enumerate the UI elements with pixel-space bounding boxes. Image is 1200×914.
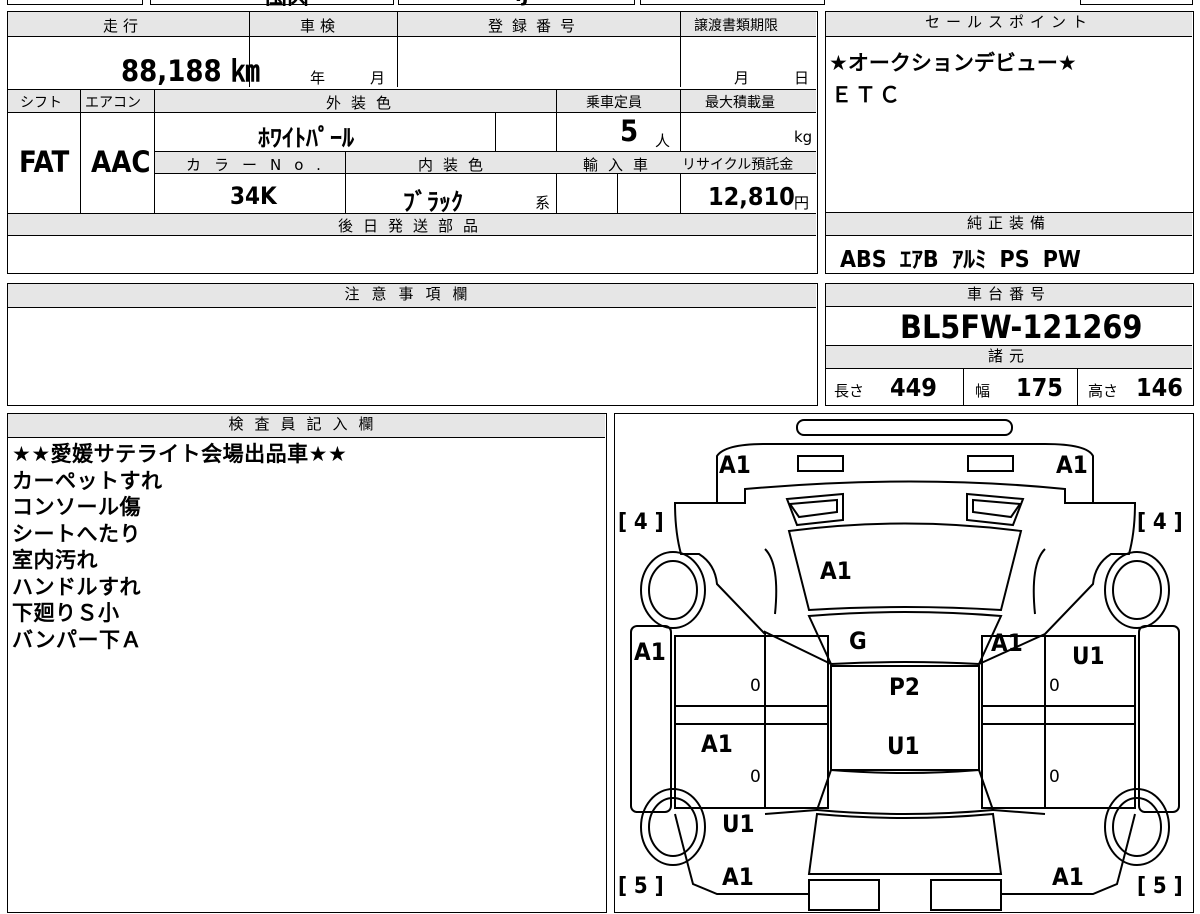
vehicle-info-table: 走行 車検 登録番号 譲渡書類期限 88,188 ㎞ 年 月 月 日 シフト エ…	[7, 11, 818, 274]
aircon-value: AAC	[91, 145, 151, 179]
tyre-tread-rear-right: [ 5 ]	[1137, 874, 1183, 899]
sales-point-line: ＥＴＣ	[831, 83, 903, 107]
inspector-notes-list: ★★愛媛サテライト会場出品車★★ カーペットすれ コンソール傷 シートへたり 室…	[12, 441, 347, 653]
transfer-month-unit: 月	[734, 69, 750, 87]
damage-mark: U1	[887, 732, 920, 760]
damage-mark: P2	[889, 673, 920, 701]
height-label: 高さ	[1088, 382, 1119, 400]
transfer-day-unit: 日	[794, 69, 810, 87]
tyre-tread-rear-left: [ 5 ]	[618, 874, 664, 899]
height-value: 146	[1136, 373, 1183, 402]
aircon-label: エアコン	[85, 95, 141, 111]
damage-mark: A1	[1052, 863, 1084, 891]
inspection-month-unit: 月	[370, 69, 386, 87]
width-label: 幅	[975, 382, 991, 400]
recycle-fee-value: 12,810	[708, 182, 795, 211]
chassis-number-label: 車台番号	[826, 284, 1192, 307]
genuine-equipment-value: ABS ｴｱB ｱﾙﾐ PS PW	[840, 247, 1081, 273]
top-strip: 国内 ij	[0, 0, 1200, 6]
interior-color-value: ﾌﾞﾗｯｸ	[403, 188, 463, 216]
mileage-value: 88,188 ㎞	[121, 54, 260, 88]
interior-color-unit: 系	[535, 194, 551, 212]
damage-mark: U1	[722, 810, 755, 838]
inspector-note: バンパー下Ａ	[12, 627, 143, 652]
inspector-notes-label: 検査員記入欄	[8, 414, 605, 438]
sales-points-panel: セールスポイント ★オークションデビュー★ ＥＴＣ	[825, 11, 1194, 213]
registration-label: 登録番号	[488, 17, 585, 35]
tyre-tread-front-right: [ 4 ]	[1137, 510, 1183, 535]
shift-label: シフト	[20, 95, 62, 111]
capacity-unit: 人	[655, 132, 671, 150]
max-load-unit: kg	[794, 128, 813, 146]
recycle-fee-unit: 円	[794, 194, 810, 212]
later-shipping-parts-label: 後日発送部品	[338, 217, 489, 235]
door-marker: 0	[1049, 676, 1060, 696]
door-marker: 0	[750, 676, 761, 696]
inspector-note: カーペットすれ	[12, 468, 163, 493]
car-outline-diagram	[630, 419, 1180, 911]
inspection-label: 車検	[300, 17, 341, 35]
damage-mark: A1	[634, 638, 666, 666]
exterior-color-value: ﾎﾜｲﾄﾊﾟｰﾙ	[258, 124, 354, 152]
capacity-value: 5	[620, 114, 639, 148]
chassis-number-value: BL5FW-121269	[900, 308, 1143, 346]
inspector-note: ハンドルすれ	[12, 574, 141, 599]
damage-mark: A1	[722, 863, 754, 891]
genuine-equipment-label: 純正装備	[826, 213, 1192, 236]
transfer-deadline-label: 譲渡書類期限	[694, 18, 778, 34]
width-value: 175	[1016, 373, 1063, 402]
import-car-label: 輸入車	[583, 156, 659, 174]
specs-label: 諸元	[826, 345, 1192, 369]
car-diagram-panel: A1 A1 A1 G A1 U1 A1 P2 A1 U1 U1 A1 A1 0 …	[614, 413, 1194, 913]
damage-mark: A1	[1056, 451, 1088, 479]
sales-point-line: ★オークションデビュー★	[829, 51, 1077, 75]
inspector-note: ★★愛媛サテライト会場出品車★★	[12, 442, 348, 466]
damage-mark: A1	[991, 629, 1023, 657]
max-load-label: 最大積載量	[705, 95, 775, 111]
length-label: 長さ	[834, 382, 865, 400]
damage-mark: A1	[820, 557, 852, 585]
chassis-panel: 車台番号 BL5FW-121269 諸元 長さ 449 幅 175 高さ 146	[825, 283, 1194, 406]
door-marker: 0	[750, 767, 761, 787]
color-no-value: 34K	[230, 182, 277, 210]
notice-label: 注意事項欄	[8, 284, 816, 308]
genuine-equipment-panel: 純正装備 ABS ｴｱB ｱﾙﾐ PS PW	[825, 212, 1194, 274]
notice-panel: 注意事項欄	[7, 283, 818, 406]
inspector-note: 室内汚れ	[12, 548, 98, 572]
recycle-fee-label: リサイクル預託金	[682, 157, 794, 173]
top-fragment: 国内	[265, 0, 309, 6]
inspector-note: コンソール傷	[12, 495, 141, 519]
sales-points-label: セールスポイント	[826, 12, 1192, 37]
inspector-notes-panel: 検査員記入欄 ★★愛媛サテライト会場出品車★★ カーペットすれ コンソール傷 シ…	[7, 413, 607, 913]
top-fragment: ij	[515, 0, 529, 6]
inspector-note: シートへたり	[12, 521, 141, 546]
capacity-label: 乗車定員	[586, 95, 642, 111]
damage-mark: A1	[701, 730, 733, 758]
damage-mark: G	[849, 627, 867, 655]
door-marker: 0	[1049, 767, 1060, 787]
interior-color-label: 内装色	[418, 156, 494, 174]
shift-value: FAT	[19, 145, 70, 179]
inspector-note: 下廻りＳ小	[12, 601, 120, 625]
damage-mark: A1	[719, 451, 751, 479]
length-value: 449	[890, 373, 937, 402]
color-no-label: カラーNo.	[186, 156, 334, 174]
exterior-color-label: 外装色	[326, 94, 402, 112]
inspection-year-unit: 年	[310, 69, 326, 87]
mileage-label: 走行	[103, 17, 144, 35]
damage-mark: U1	[1072, 642, 1105, 670]
tyre-tread-front-left: [ 4 ]	[618, 510, 664, 535]
